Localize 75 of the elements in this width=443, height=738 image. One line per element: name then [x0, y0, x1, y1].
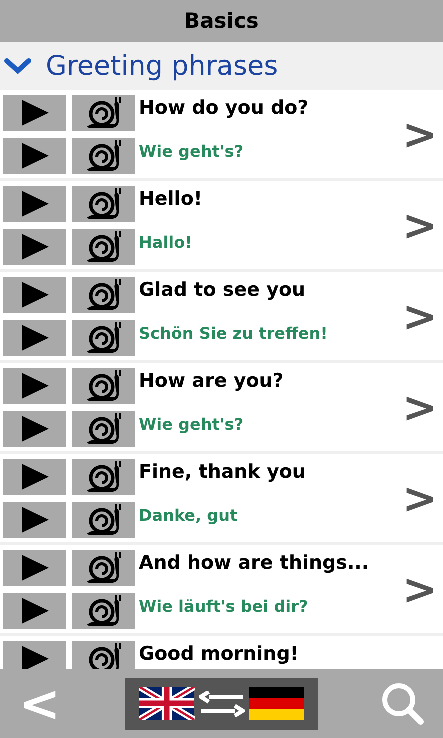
english-phrase: Hello!: [139, 188, 203, 210]
play-button[interactable]: [3, 320, 66, 356]
play-button[interactable]: [3, 458, 66, 495]
play-icon: [20, 232, 50, 262]
snail-icon: [84, 322, 122, 354]
play-icon: [20, 141, 50, 172]
next-arrow[interactable]: >: [402, 200, 438, 250]
slow-play-button[interactable]: [72, 550, 135, 586]
union-jack-flag-icon: [138, 687, 194, 720]
play-icon: [20, 462, 50, 492]
slow-play-button[interactable]: [72, 458, 135, 495]
play-icon: [20, 505, 50, 536]
german-translation: Danke, gut: [139, 506, 238, 525]
snail-icon: [84, 595, 122, 628]
play-button[interactable]: [3, 94, 66, 131]
swap-arrows-icon: [198, 690, 244, 716]
play-icon: [20, 596, 50, 626]
slow-play-button[interactable]: [72, 502, 135, 538]
play-button[interactable]: [3, 640, 66, 669]
slow-play-button[interactable]: [72, 411, 135, 448]
play-button[interactable]: [3, 550, 66, 586]
slow-play-button[interactable]: [72, 368, 135, 404]
slow-play-button[interactable]: [72, 593, 135, 630]
language-switch-button[interactable]: [125, 678, 318, 730]
german-flag-icon: [248, 687, 304, 720]
snail-icon: [84, 460, 122, 493]
play-button[interactable]: [3, 368, 66, 404]
snail-icon: [84, 504, 122, 536]
screen-title: Basics: [184, 9, 259, 33]
play-button[interactable]: [3, 138, 66, 174]
play-icon: [20, 98, 50, 128]
english-phrase: How do you do?: [139, 98, 309, 119]
play-button[interactable]: [3, 276, 66, 313]
play-icon: [20, 188, 50, 219]
slow-play-button[interactable]: [72, 138, 135, 174]
play-button[interactable]: [3, 411, 66, 448]
chevron-icon[interactable]: [4, 57, 32, 75]
play-icon: [20, 280, 50, 310]
german-translation: Wie läuft's bei dir?: [139, 598, 308, 616]
play-button[interactable]: [3, 229, 66, 266]
next-arrow[interactable]: >: [402, 564, 438, 614]
slow-play-button[interactable]: [72, 229, 135, 266]
snail-icon: [84, 231, 122, 264]
english-phrase: Glad to see you: [139, 280, 306, 301]
play-icon: [20, 323, 50, 354]
german-translation: Schön Sie zu treffen!: [139, 324, 328, 343]
play-button[interactable]: [3, 186, 66, 222]
snail-icon: [84, 140, 122, 172]
slow-play-button[interactable]: [72, 276, 135, 313]
slow-play-button[interactable]: [72, 640, 135, 669]
play-button[interactable]: [3, 593, 66, 630]
english-phrase: How are you?: [139, 370, 284, 392]
german-translation: Wie geht's?: [139, 416, 244, 434]
slow-play-button[interactable]: [72, 186, 135, 222]
play-button[interactable]: [3, 502, 66, 538]
slow-play-button[interactable]: [72, 320, 135, 356]
next-arrow[interactable]: >: [402, 474, 438, 522]
next-arrow[interactable]: >: [402, 382, 438, 432]
english-phrase: And how are things...: [139, 552, 370, 574]
german-translation: Wie geht's?: [139, 142, 244, 161]
next-arrow[interactable]: >: [402, 110, 438, 158]
next-arrow[interactable]: >: [402, 292, 438, 340]
english-phrase: Good morning!: [139, 644, 299, 665]
snail-icon: [84, 278, 122, 311]
english-phrase: Fine, thank you: [139, 462, 306, 483]
snail-icon: [84, 370, 122, 402]
snail-icon: [84, 552, 122, 584]
play-icon: [20, 414, 50, 444]
slow-play-button[interactable]: [72, 94, 135, 131]
snail-icon: [84, 96, 122, 129]
play-icon: [20, 370, 50, 401]
snail-icon: [84, 188, 122, 220]
snail-icon: [84, 413, 122, 446]
german-translation: Hallo!: [139, 234, 192, 252]
play-icon: [20, 552, 50, 583]
